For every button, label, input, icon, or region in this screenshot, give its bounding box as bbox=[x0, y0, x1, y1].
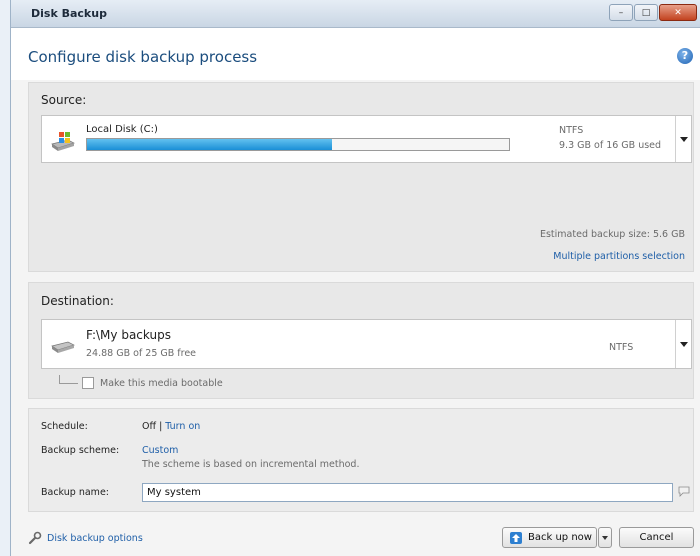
schedule-separator: | bbox=[159, 421, 163, 432]
source-disk-name: Local Disk (C:) bbox=[86, 124, 158, 135]
schedule-value-row: Off | Turn on bbox=[142, 421, 200, 432]
drive-icon bbox=[51, 341, 75, 353]
backup-scheme-label: Backup scheme: bbox=[41, 445, 120, 456]
bootable-option: Make this media bootable bbox=[59, 374, 223, 389]
backup-settings-panel: Schedule: Off | Turn on Backup scheme: C… bbox=[28, 408, 694, 512]
destination-label: Destination: bbox=[41, 294, 114, 308]
disk-backup-options-link[interactable]: Disk backup options bbox=[28, 531, 143, 545]
destination-path: F:\My backups bbox=[86, 328, 171, 342]
disk-backup-window: Disk Backup – □ ✕ Configure disk backup … bbox=[10, 0, 700, 556]
source-filesystem: NTFS bbox=[559, 125, 584, 136]
page-title: Configure disk backup process bbox=[28, 48, 258, 66]
destination-panel: Destination: F:\My backups 24.88 GB of 2… bbox=[28, 282, 694, 399]
turn-on-link[interactable]: Turn on bbox=[165, 421, 200, 432]
back-up-now-button[interactable]: Back up now bbox=[502, 527, 597, 548]
estimated-backup-size: Estimated backup size: 5.6 GB bbox=[539, 229, 685, 240]
destination-selector[interactable]: F:\My backups 24.88 GB of 25 GB free NTF… bbox=[41, 319, 692, 369]
minimize-button[interactable]: – bbox=[609, 4, 633, 21]
backup-name-label: Backup name: bbox=[41, 487, 109, 498]
disk-backup-options-label: Disk backup options bbox=[47, 532, 143, 544]
backup-scheme-link[interactable]: Custom bbox=[142, 445, 178, 456]
window-title: Disk Backup bbox=[31, 7, 107, 20]
schedule-value: Off bbox=[142, 421, 157, 432]
maximize-button[interactable]: □ bbox=[634, 4, 658, 21]
multiple-partitions-link[interactable]: Multiple partitions selection bbox=[553, 251, 685, 262]
help-icon[interactable]: ? bbox=[677, 48, 693, 64]
dialog-header: Configure disk backup process ? bbox=[11, 28, 700, 80]
backup-arrow-icon bbox=[510, 531, 522, 544]
source-usage-text: 9.3 GB of 16 GB used bbox=[559, 140, 662, 151]
source-label: Source: bbox=[41, 93, 87, 107]
window-controls: – □ ✕ bbox=[609, 4, 697, 21]
disk-usage-fill bbox=[87, 139, 332, 150]
destination-dropdown-arrow[interactable] bbox=[675, 320, 691, 368]
comment-icon[interactable] bbox=[678, 486, 690, 497]
disk-usage-bar bbox=[86, 138, 510, 151]
source-panel: Source: Local Disk (C:) NTFS 9.3 GB of 1… bbox=[28, 82, 694, 272]
title-bar[interactable]: Disk Backup – □ ✕ bbox=[11, 0, 700, 28]
dialog-footer: Disk backup options Back up now Cancel bbox=[11, 518, 700, 556]
cancel-button[interactable]: Cancel bbox=[619, 527, 694, 548]
windows-disk-icon bbox=[51, 132, 75, 151]
tree-connector bbox=[59, 374, 78, 384]
backup-name-input[interactable] bbox=[142, 483, 673, 502]
bootable-label: Make this media bootable bbox=[100, 377, 223, 389]
wrench-icon bbox=[28, 531, 42, 545]
destination-free-space: 24.88 GB of 25 GB free bbox=[86, 348, 197, 359]
back-up-now-label: Back up now bbox=[528, 532, 592, 543]
bootable-checkbox[interactable] bbox=[82, 377, 94, 389]
backup-scheme-description: The scheme is based on incremental metho… bbox=[142, 459, 360, 470]
source-dropdown-arrow[interactable] bbox=[675, 116, 691, 162]
backup-options-dropdown-button[interactable] bbox=[598, 527, 612, 548]
close-button[interactable]: ✕ bbox=[659, 4, 697, 21]
schedule-label: Schedule: bbox=[41, 421, 88, 432]
source-disk-selector[interactable]: Local Disk (C:) NTFS 9.3 GB of 16 GB use… bbox=[41, 115, 692, 163]
destination-filesystem: NTFS bbox=[609, 342, 634, 353]
